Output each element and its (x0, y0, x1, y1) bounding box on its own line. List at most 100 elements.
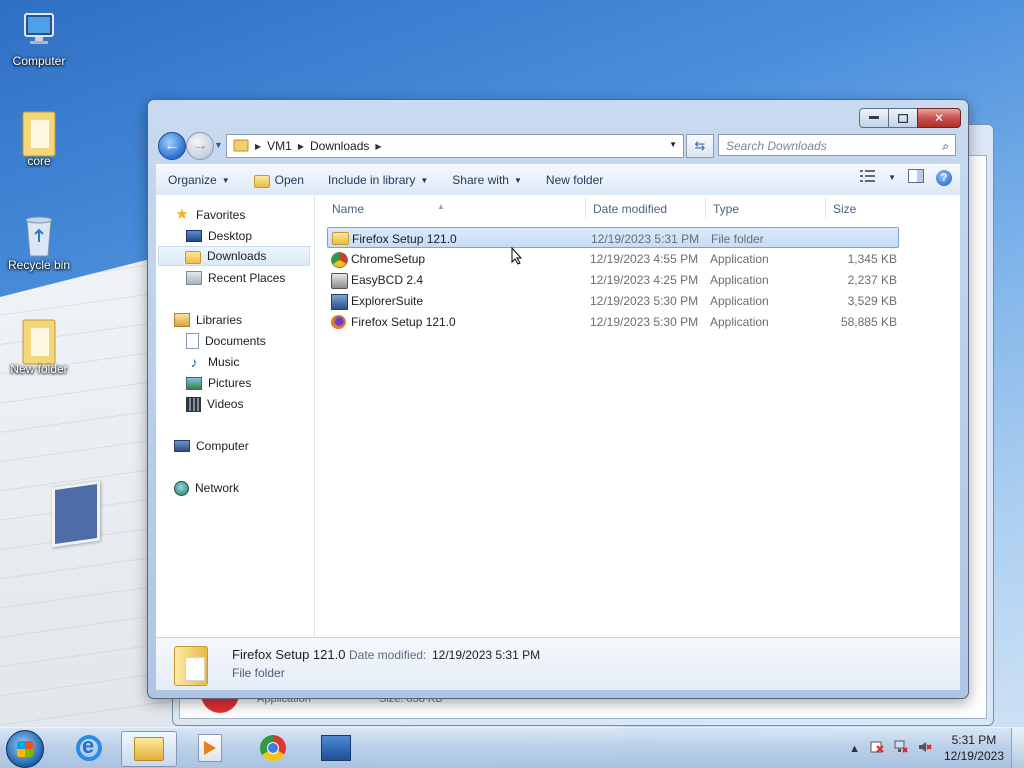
details-name: Firefox Setup 121.0 (232, 647, 346, 662)
chevron-down-icon: ▼ (513, 175, 522, 185)
nav-network[interactable]: Network (174, 478, 239, 498)
nav-recent-label: Recent Places (208, 271, 286, 285)
desktop-icon-core[interactable]: core (1, 110, 77, 168)
desktop-icon-recycle-bin[interactable]: Recycle bin (1, 214, 77, 272)
maximize-button[interactable] (888, 108, 918, 128)
taskbar-control-panel[interactable] (309, 731, 363, 765)
search-icon[interactable]: ⌕ (942, 135, 949, 157)
organize-label: Organize (168, 173, 217, 187)
column-type[interactable]: Type (713, 202, 739, 216)
folder-icon (19, 110, 59, 157)
nav-libraries[interactable]: Libraries (174, 310, 242, 330)
folder-icon (174, 646, 208, 686)
taskbar-windows-explorer[interactable] (121, 731, 177, 767)
column-divider[interactable] (705, 197, 706, 219)
forward-button[interactable]: → (186, 132, 214, 160)
address-dropdown-icon[interactable]: ▼ (669, 140, 677, 149)
desktop-icon-new-folder[interactable]: New folder (1, 318, 77, 376)
file-list: ▲ Name Date modified Type Size Firefox S… (315, 195, 960, 638)
open-button[interactable]: Open (242, 165, 316, 195)
file-row[interactable]: Firefox Setup 121.0 12/19/2023 5:30 PM A… (327, 311, 899, 332)
open-label: Open (274, 173, 304, 187)
desktop-icon (186, 230, 202, 242)
column-divider[interactable] (825, 197, 826, 219)
address-row: ← → ▼ ▶ VM1 ▶ Downloads ▶ ▼ ⇆ Search Dow… (156, 130, 960, 160)
nav-pictures[interactable]: Pictures (186, 373, 251, 393)
clock[interactable]: 5:31 PM 12/19/2023 (944, 732, 1004, 764)
control-panel-icon (321, 735, 351, 761)
nav-computer[interactable]: Computer (174, 436, 249, 456)
breadcrumb-downloads[interactable]: Downloads (304, 139, 375, 153)
file-row[interactable]: ChromeSetup 12/19/2023 4:55 PM Applicati… (327, 248, 899, 269)
view-options-icon[interactable] (860, 170, 876, 185)
breadcrumb-vm1[interactable]: VM1 (261, 139, 298, 153)
file-type: Application (710, 294, 769, 308)
minimize-button[interactable] (859, 108, 889, 128)
share-label: Share with (452, 173, 509, 187)
nav-favorites-label: Favorites (196, 208, 246, 222)
recent-pages-dropdown[interactable]: ▼ (214, 140, 223, 150)
folder-icon (332, 232, 349, 245)
nav-documents[interactable]: Documents (186, 331, 266, 351)
start-button[interactable] (6, 730, 44, 768)
file-type: Application (710, 273, 769, 287)
nav-pictures-label: Pictures (208, 376, 252, 390)
search-placeholder: Search Downloads (726, 139, 827, 153)
share-with-button[interactable]: Share with ▼ (440, 165, 534, 195)
refresh-button[interactable]: ⇆ (686, 134, 714, 158)
column-name[interactable]: Name (332, 202, 364, 216)
desktop-icon-computer[interactable]: Computer (1, 10, 77, 68)
file-size: 3,529 KB (847, 294, 897, 308)
show-hidden-icons-icon[interactable]: ▲ (849, 743, 860, 755)
column-date-modified[interactable]: Date modified (593, 202, 667, 216)
recent-places-icon (186, 271, 202, 285)
windows-explorer-icon (134, 737, 164, 761)
file-row[interactable]: ExplorerSuite 12/19/2023 5:30 PM Applica… (327, 290, 899, 311)
explorer-body: ★ Favorites Desktop Downloads Recent Plac… (156, 195, 960, 638)
new-folder-button[interactable]: New folder (534, 165, 615, 195)
taskbar-internet-explorer[interactable] (62, 731, 116, 765)
details-type: File folder (232, 666, 285, 680)
show-desktop-button[interactable] (1011, 728, 1024, 768)
file-row[interactable]: Firefox Setup 121.0 12/19/2023 5:31 PM F… (327, 227, 899, 248)
file-row[interactable]: EasyBCD 2.4 12/19/2023 4:25 PM Applicati… (327, 269, 899, 290)
recycle-bin-icon (19, 214, 59, 257)
file-name: Firefox Setup 121.0 (352, 232, 457, 246)
close-button[interactable]: ✕ (917, 108, 961, 128)
nav-network-label: Network (195, 481, 240, 495)
nav-desktop[interactable]: Desktop (186, 226, 252, 246)
explorer-window[interactable]: ✕ ← → ▼ ▶ VM1 ▶ Downloads ▶ ▼ ⇆ Search D… (147, 99, 969, 699)
network-status-icon[interactable] (894, 740, 908, 757)
file-date: 12/19/2023 4:25 PM (590, 273, 699, 287)
organize-button[interactable]: Organize ▼ (156, 165, 242, 195)
details-modified-value: 12/19/2023 5:31 PM (432, 648, 541, 662)
volume-muted-icon[interactable] (918, 740, 932, 757)
chevron-down-icon: ▼ (420, 175, 429, 185)
taskbar-chrome[interactable] (246, 731, 300, 765)
nav-favorites[interactable]: ★ Favorites (174, 205, 245, 225)
action-center-icon[interactable] (870, 740, 884, 757)
command-bar: Organize ▼ Open Include in library ▼ Share… (156, 164, 960, 196)
nav-videos[interactable]: Videos (186, 394, 243, 414)
breadcrumb-arrow-icon[interactable]: ▶ (375, 142, 381, 151)
taskbar-media-player[interactable] (183, 731, 237, 765)
back-button[interactable]: ← (158, 132, 186, 160)
address-bar[interactable]: ▶ VM1 ▶ Downloads ▶ ▼ (226, 134, 684, 158)
column-headers: ▲ Name Date modified Type Size (315, 195, 906, 221)
include-in-library-button[interactable]: Include in library ▼ (316, 165, 440, 195)
search-input[interactable]: Search Downloads ⌕ (718, 134, 956, 156)
view-dropdown-icon[interactable]: ▼ (888, 173, 896, 182)
nav-recent-places[interactable]: Recent Places (186, 268, 285, 288)
nav-downloads[interactable]: Downloads (158, 246, 310, 266)
column-divider[interactable] (585, 197, 586, 219)
sort-ascending-icon: ▲ (437, 202, 445, 211)
music-icon: ♪ (190, 354, 198, 370)
help-icon[interactable]: ? (936, 169, 952, 186)
file-date: 12/19/2023 5:30 PM (590, 315, 699, 329)
mouse-cursor-icon (511, 246, 523, 268)
nav-music[interactable]: ♪ Music (186, 352, 240, 372)
nav-music-label: Music (208, 355, 240, 369)
file-date: 12/19/2023 5:30 PM (590, 294, 699, 308)
column-size[interactable]: Size (833, 202, 856, 216)
preview-pane-icon[interactable] (908, 169, 924, 186)
